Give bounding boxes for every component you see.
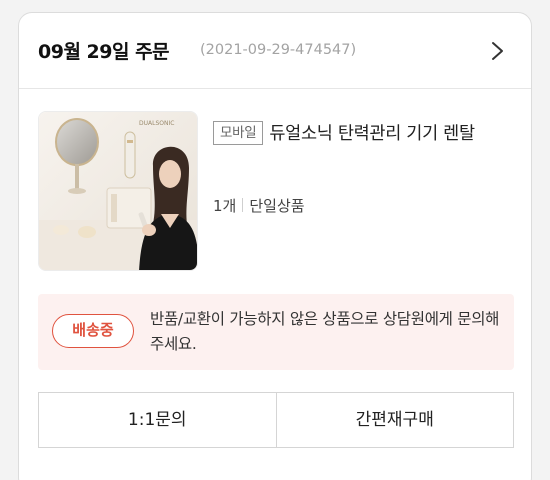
shipping-notice: 배송중 반품/교환이 가능하지 않은 상품으로 상담원에게 문의해주세요. xyxy=(38,294,514,370)
product-type-label: 단일상품 xyxy=(249,197,305,215)
meta-divider xyxy=(242,198,244,212)
order-card: 09월 29일 주문 (2021-09-29-474547) DUALSONIC… xyxy=(18,12,532,480)
product-meta: 1개 단일상품 xyxy=(213,195,305,216)
status-badge: 배송중 xyxy=(52,314,134,348)
product-thumbnail[interactable]: DUALSONIC xyxy=(38,111,198,271)
mobile-badge: 모바일 xyxy=(213,121,264,145)
notice-message: 반품/교환이 가능하지 않은 상품으로 상담원에게 문의해주세요. xyxy=(150,310,500,353)
product-image: DUALSONIC xyxy=(39,112,197,270)
brand-logo-text: DUALSONIC xyxy=(139,120,174,127)
order-header[interactable]: 09월 29일 주문 (2021-09-29-474547) xyxy=(19,13,531,89)
product-name: 듀얼소닉 탄력관리 기기 렌탈 xyxy=(269,124,475,144)
product-title[interactable]: 모바일 듀얼소닉 탄력관리 기기 렌탈 xyxy=(213,119,518,149)
order-number: (2021-09-29-474547) xyxy=(200,42,357,58)
reorder-button[interactable]: 간편재구매 xyxy=(275,393,513,447)
action-buttons: 1:1문의 간편재구매 xyxy=(38,392,514,448)
quantity-label: 1개 xyxy=(213,197,237,215)
inquiry-button[interactable]: 1:1문의 xyxy=(39,393,276,447)
order-date: 09월 29일 주문 xyxy=(38,41,170,63)
chevron-right-icon[interactable] xyxy=(486,40,508,62)
